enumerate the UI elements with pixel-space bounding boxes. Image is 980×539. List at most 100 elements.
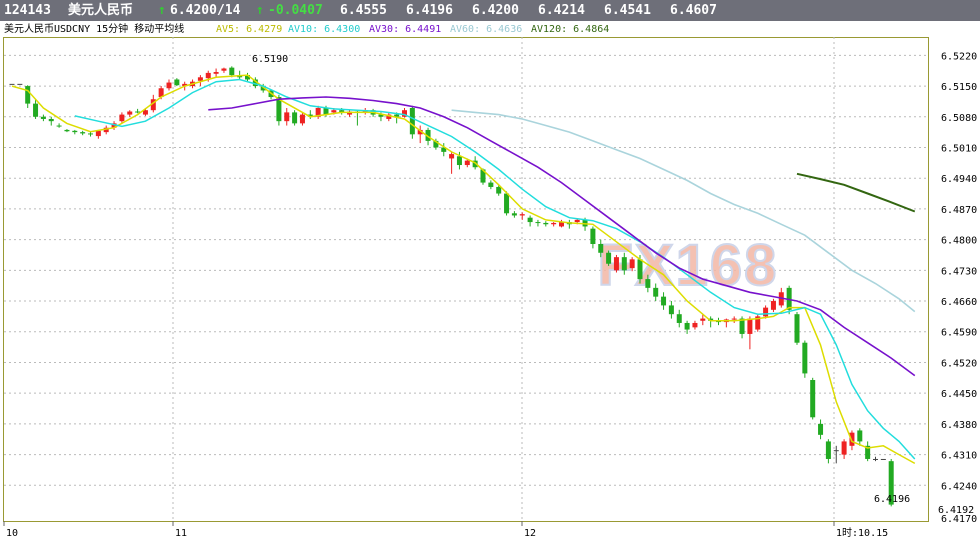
- moving-average-lines: [11, 74, 916, 465]
- candle-body: [64, 129, 70, 132]
- candle-body: [849, 432, 855, 446]
- y-tick-label: 6.4730: [941, 266, 977, 277]
- candle-body: [409, 108, 415, 135]
- candle-body: [653, 287, 659, 297]
- y-tick-label: 6.5080: [941, 113, 977, 124]
- candle-body: [613, 257, 619, 271]
- x-axis: 10 11 12 1时:10.15: [3, 521, 888, 539]
- candle-body: [33, 103, 39, 117]
- candle-body: [449, 154, 455, 159]
- candle-body: [645, 279, 651, 288]
- candle-body: [40, 116, 46, 119]
- candle-body: [127, 111, 133, 115]
- y-tick-label: 6.4940: [941, 174, 977, 185]
- legend-av30: AV30: 6.4491: [369, 24, 442, 35]
- candle-body: [48, 118, 54, 122]
- candle-body: [299, 114, 305, 124]
- low-price: 6.4196: [406, 3, 453, 18]
- candle-body: [833, 450, 839, 452]
- candle-body: [598, 244, 604, 253]
- legend-av10: AV10: 6.4300: [288, 24, 361, 35]
- candle-body: [841, 441, 847, 455]
- plot-frame: [3, 37, 929, 522]
- y-tick-label: 6.4310: [941, 451, 977, 462]
- candle-body: [770, 301, 776, 310]
- y-tick-label: 6.4520: [941, 358, 977, 369]
- ma-line-av30: [208, 96, 916, 377]
- x-tick-label: 10: [6, 528, 18, 539]
- y-tick-label: 6.4660: [941, 297, 977, 308]
- candle-body: [668, 305, 674, 315]
- candle-body: [543, 222, 549, 225]
- legend-av120: AV120: 6.4864: [531, 24, 610, 35]
- ma-line-av10: [74, 78, 916, 460]
- price-change: -0.0407: [268, 3, 323, 18]
- legend-av5: AV5: 6.4279: [216, 24, 283, 35]
- candle-body: [802, 342, 808, 374]
- bid-price: 6.4200: [472, 3, 519, 18]
- candle-body: [166, 82, 172, 89]
- candle-body: [700, 318, 706, 321]
- candle-body: [496, 186, 502, 194]
- candle-body: [590, 228, 596, 244]
- candlestick-chart: FX168 6.52206.51506.50806.50106.49406.48…: [3, 37, 977, 539]
- instrument-code: 124143: [4, 3, 51, 18]
- candle-body: [661, 296, 667, 306]
- grid-lines: [4, 37, 928, 521]
- candle-body: [621, 257, 627, 271]
- candle-body: [88, 133, 93, 135]
- candle-body: [684, 322, 690, 330]
- open-price: 6.4555: [340, 3, 387, 18]
- high-price: 6.4607: [670, 3, 717, 18]
- candle-body: [456, 156, 462, 166]
- candle-body: [747, 318, 753, 334]
- candle-body: [17, 83, 23, 85]
- candle-body: [637, 259, 643, 280]
- candle-body: [213, 72, 219, 74]
- candle-body: [205, 72, 211, 79]
- candle-body: [488, 182, 494, 187]
- candle-body: [692, 322, 698, 328]
- candle-body: [794, 314, 800, 343]
- y-tick-label: 6.4590: [941, 328, 977, 339]
- up-arrow-icon: ↑: [158, 3, 166, 18]
- x-tick-label: 1时:10.15: [836, 527, 888, 539]
- candle-body: [825, 441, 831, 459]
- y-tick-label: 6.4800: [941, 236, 977, 247]
- candle-body: [197, 77, 203, 81]
- candle-body: [284, 112, 290, 122]
- candle-body: [229, 67, 235, 76]
- moving-average-legend: 美元人民币USDCNY 15分钟 移动平均线 AV5: 6.4279 AV10:…: [0, 22, 980, 37]
- legend-av60: AV60: 6.4636: [450, 24, 523, 35]
- instrument-name: 美元人民币: [68, 3, 134, 18]
- candle-body: [629, 259, 635, 269]
- ask-price: 6.4214: [538, 3, 585, 18]
- candle-body: [810, 380, 816, 418]
- candle-body: [95, 130, 101, 137]
- y-tick-label: 6.4380: [941, 420, 977, 431]
- y-tick-label: 6.5220: [941, 51, 977, 62]
- candle-body: [504, 193, 510, 214]
- last-price-annotation: 6.4196: [874, 494, 910, 505]
- candle-body: [221, 68, 227, 71]
- y-tick-label: 6.4240: [941, 481, 977, 492]
- candle-body: [857, 430, 863, 442]
- prev-close-price: 6.4541: [604, 3, 651, 18]
- candle-body: [9, 83, 15, 85]
- candle-body: [519, 214, 525, 216]
- candle-body: [551, 222, 557, 225]
- candle-body: [56, 125, 62, 127]
- candle-body: [72, 130, 78, 133]
- quote-header: 124143 美元人民币 ↑ 6.4200/14 ↑ -0.0407 6.455…: [0, 0, 980, 21]
- chart-title: 美元人民币USDCNY 15分钟 移动平均线: [4, 24, 185, 35]
- candle-body: [331, 110, 337, 113]
- up-arrow-icon: ↑: [256, 3, 264, 18]
- candle-body: [25, 86, 31, 104]
- candle-body: [535, 222, 541, 224]
- candle-body: [174, 79, 180, 86]
- high-annotation: 6.5190: [252, 54, 288, 65]
- candle-body: [527, 217, 533, 223]
- candle-body: [873, 458, 878, 460]
- last-price: 6.4200/14: [170, 3, 241, 18]
- y-axis: 6.5220 6.5150 6.5080 6.5010 6.4940 6.4870 6.48…: [941, 51, 977, 525]
